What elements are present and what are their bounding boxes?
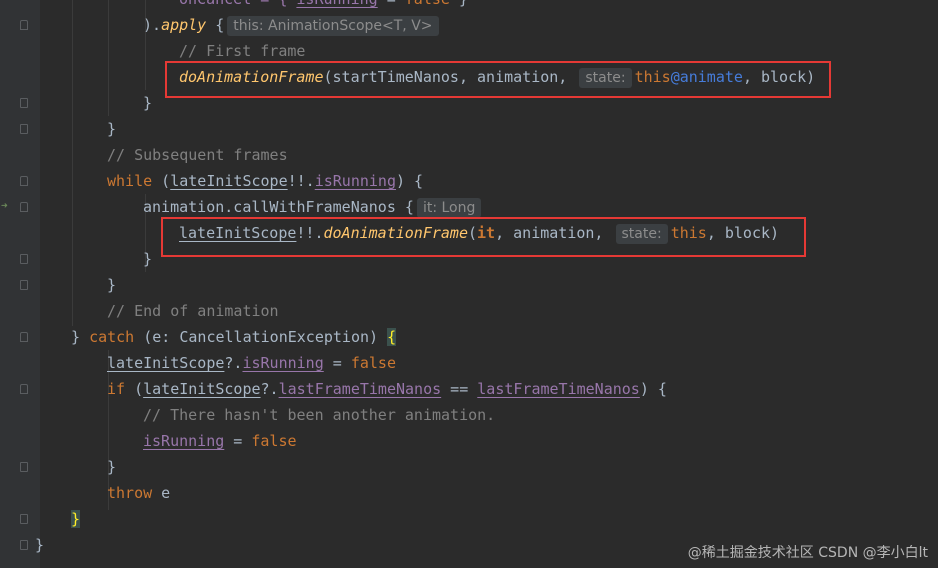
- code-line[interactable]: }: [35, 532, 44, 558]
- highlight-box: [165, 61, 831, 98]
- code-token: animation.callWithFrameNanos {: [143, 198, 414, 216]
- code-line[interactable]: onCancel = { isRunning = false }: [179, 0, 468, 12]
- code-token: =: [378, 0, 405, 8]
- code-token: false: [251, 432, 297, 450]
- fold-marker-icon[interactable]: [20, 202, 28, 212]
- matched-brace: {: [387, 328, 397, 346]
- code-token: catch: [89, 328, 135, 346]
- code-line[interactable]: }: [107, 272, 116, 298]
- fold-marker-icon[interactable]: [20, 254, 28, 264]
- code-line[interactable]: // There hasn't been another animation.: [143, 402, 495, 428]
- code-line[interactable]: lateInitScope?.isRunning = false: [107, 350, 396, 376]
- code-token: isRunning: [242, 354, 324, 372]
- code-line[interactable]: // Subsequent frames: [107, 142, 288, 168]
- code-token: ).: [143, 16, 162, 34]
- fold-marker-icon[interactable]: [20, 176, 28, 186]
- code-token: lastFrameTimeNanos: [477, 380, 640, 398]
- code-token: while: [107, 172, 153, 190]
- code-token: throw: [107, 484, 153, 502]
- code-token: isRunning: [143, 432, 225, 450]
- code-line[interactable]: ).apply {this: AnimationScope<T, V>: [143, 12, 442, 38]
- code-line[interactable]: if (lateInitScope?.lastFrameTimeNanos ==…: [107, 376, 667, 402]
- code-line[interactable]: }: [107, 454, 116, 480]
- code-line[interactable]: }: [143, 246, 152, 272]
- code-token: ?.: [224, 354, 243, 372]
- inlay-hint: this: AnimationScope<T, V>: [227, 15, 439, 36]
- editor-gutter: ➜: [0, 0, 40, 568]
- inlay-hint: it: Long: [416, 197, 482, 218]
- fold-marker-icon[interactable]: [20, 332, 28, 342]
- code-token: e: [152, 484, 171, 502]
- code-line[interactable]: throw e: [107, 480, 170, 506]
- fold-marker-icon[interactable]: [20, 514, 28, 524]
- fold-marker-icon[interactable]: [20, 280, 28, 290]
- code-token: onCancel = {: [179, 0, 296, 8]
- code-token: isRunning: [314, 172, 396, 190]
- code-token: (e: CancellationException): [134, 328, 388, 346]
- code-token: (: [152, 172, 171, 190]
- highlight-box: [161, 217, 806, 257]
- fold-marker-icon[interactable]: [20, 124, 28, 134]
- code-token: false: [350, 354, 396, 372]
- fold-marker-icon[interactable]: [20, 384, 28, 394]
- code-token: ) {: [639, 380, 667, 398]
- watermark: @稀土掘金技术社区 CSDN @李小白lt: [687, 545, 928, 561]
- code-token: apply: [161, 16, 207, 34]
- fold-marker-icon[interactable]: [20, 20, 28, 30]
- code-line[interactable]: } catch (e: CancellationException) {: [71, 324, 397, 350]
- code-token: lastFrameTimeNanos: [278, 380, 442, 398]
- code-token: =: [323, 354, 351, 372]
- code-token: ) {: [396, 172, 424, 190]
- code-line[interactable]: }: [71, 506, 81, 532]
- fold-marker-icon[interactable]: [20, 462, 28, 472]
- code-token: {: [206, 16, 225, 34]
- code-token: lateInitScope: [170, 172, 288, 190]
- indent-guide: [108, 0, 109, 116]
- code-token: ?.: [260, 380, 279, 398]
- code-token: lateInitScope: [107, 354, 225, 372]
- matched-brace: }: [71, 510, 81, 528]
- code-token: false: [405, 0, 450, 8]
- code-token: }: [71, 328, 90, 346]
- code-line[interactable]: }: [143, 90, 152, 116]
- fold-marker-icon[interactable]: [20, 98, 28, 108]
- code-line[interactable]: isRunning = false: [143, 428, 297, 454]
- code-line[interactable]: while (lateInitScope!!.isRunning) {: [107, 168, 423, 194]
- code-token: =: [224, 432, 252, 450]
- code-line[interactable]: }: [107, 116, 116, 142]
- code-line[interactable]: // End of animation: [107, 298, 279, 324]
- code-token: if: [107, 380, 126, 398]
- code-token: !!.: [287, 172, 315, 190]
- indent-guide: [72, 0, 73, 326]
- code-token: (: [125, 380, 144, 398]
- lambda-gutter-icon[interactable]: ➜: [1, 200, 8, 212]
- code-token: lateInitScope: [143, 380, 261, 398]
- code-token: ==: [441, 380, 478, 398]
- code-token: isRunning: [296, 0, 377, 8]
- code-token: }: [450, 0, 468, 8]
- fold-marker-icon[interactable]: [20, 540, 28, 550]
